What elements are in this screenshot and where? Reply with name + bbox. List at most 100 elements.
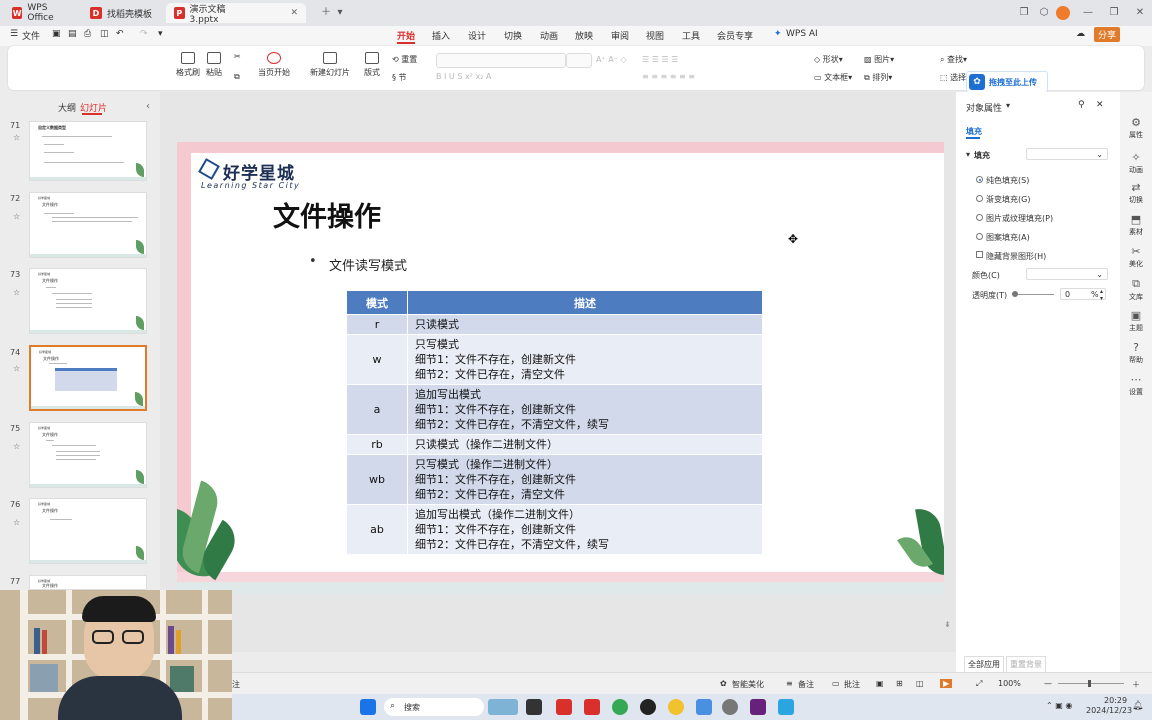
slide-thumb-77[interactable]: 好学星城 文件操作 xyxy=(29,575,147,590)
bullet-text[interactable]: 文件读写模式 xyxy=(329,255,407,274)
collapse-fill-icon[interactable]: ▾ xyxy=(966,150,970,159)
transparency-input[interactable]: 0 % ▴ ▾ xyxy=(1060,288,1106,302)
chrome-icon[interactable] xyxy=(612,699,628,715)
save-icon[interactable]: ▣ xyxy=(52,29,61,39)
section-button[interactable]: § 节 xyxy=(392,72,407,83)
notes-hint[interactable]: 注 xyxy=(232,679,240,690)
sidebar-beautify[interactable]: ✂ 美化 xyxy=(1120,245,1152,269)
zoom-slider-handle[interactable] xyxy=(1088,680,1091,687)
settings-icon[interactable] xyxy=(722,699,738,715)
menu-view[interactable]: 视图 xyxy=(646,29,664,42)
copy-icon[interactable]: ⧉ xyxy=(234,72,240,82)
apply-all-button[interactable]: 全部应用 xyxy=(964,656,1004,673)
app-icon[interactable] xyxy=(696,699,712,715)
notification-icon[interactable]: 🔔︎ xyxy=(1132,701,1143,711)
table-row[interactable]: wb 只写模式（操作二进制文件） 细节1：文件不存在，创建新文件 细节2：文件已存在，… xyxy=(347,454,763,505)
app-icon[interactable] xyxy=(778,699,794,715)
menu-wps-ai[interactable]: WPS AI xyxy=(786,29,818,39)
sidebar-settings[interactable]: ⋯ 设置 xyxy=(1120,373,1152,397)
windows-start-icon[interactable] xyxy=(360,699,376,715)
widgets-icon[interactable] xyxy=(488,699,518,715)
menu-transition[interactable]: 切换 xyxy=(504,29,522,42)
hamburger-icon[interactable]: ☰ xyxy=(10,29,18,39)
zoom-in-icon[interactable]: ＋ xyxy=(1132,679,1140,690)
slide-thumb-76[interactable]: 好学星城 文件操作 xyxy=(29,498,147,564)
font-grow-icon[interactable]: A⁺ A⁻ ◇ xyxy=(596,55,627,64)
tab-docer-templates[interactable]: D 找稻壳模板 xyxy=(82,3,166,23)
file-menu[interactable]: 文件 xyxy=(22,29,40,42)
visual-studio-icon[interactable] xyxy=(750,699,766,715)
table-row[interactable]: a 追加写出模式 细节1：文件不存在，创建新文件 细节2：文件已存在，不清空文件，续写 xyxy=(347,384,763,435)
close-tab-icon[interactable]: ✕ xyxy=(290,8,298,18)
sidebar-transition[interactable]: ⇄ 切换 xyxy=(1120,181,1152,205)
slide[interactable]: 好学星城 Learning Star City 文件操作 • 文件读写模式 模式… xyxy=(177,142,944,594)
canvas-scroll-arrows[interactable]: ⇟ xyxy=(944,620,951,629)
pin-icon[interactable]: ⚲ xyxy=(1078,100,1085,110)
find-button[interactable]: ⌕ 查找▾ xyxy=(940,54,967,65)
smart-beautify-button[interactable]: 智能美化 xyxy=(732,679,764,690)
transparency-slider-handle[interactable] xyxy=(1012,291,1018,297)
preview-icon[interactable]: ◫ xyxy=(100,29,109,39)
slide-thumb-71[interactable]: 自定义数据类型 xyxy=(29,121,147,181)
table-row[interactable]: rb 只读模式（操作二进制文件） xyxy=(347,434,763,455)
tab-wps-office[interactable]: W WPS Office xyxy=(4,3,78,23)
zoom-level[interactable]: 100% xyxy=(998,679,1021,688)
qq-icon[interactable] xyxy=(640,699,656,715)
menu-design[interactable]: 设计 xyxy=(468,29,486,42)
menu-home[interactable]: 开始 xyxy=(397,29,415,42)
cloud-icon[interactable]: ☁ xyxy=(1076,29,1085,39)
more-chevron-icon[interactable]: ▾ xyxy=(158,29,163,39)
menu-slideshow[interactable]: 放映 xyxy=(575,29,593,42)
reading-view-icon[interactable]: ◫ xyxy=(916,679,924,688)
close-panel-icon[interactable]: ✕ xyxy=(1096,100,1104,110)
table-row[interactable]: ab 追加写出模式（操作二进制文件） 细节1：文件不存在，创建新文件 细节2：文件已存… xyxy=(347,504,763,554)
slide-thumb-73[interactable]: 好学星城 文件操作 xyxy=(29,268,147,334)
restore-icon[interactable]: ❐ xyxy=(1106,5,1122,21)
play-from-current-button[interactable]: 当页开始 xyxy=(258,52,290,78)
panel-title[interactable]: 对象属性 xyxy=(966,101,1002,114)
textbox-button[interactable]: ▭ 文本框▾ xyxy=(814,72,852,83)
font-size-select[interactable] xyxy=(566,53,592,68)
picture-button[interactable]: ▨ 图片▾ xyxy=(864,54,894,65)
wps-icon[interactable] xyxy=(556,699,572,715)
pattern-fill-radio[interactable] xyxy=(976,233,983,240)
menu-member[interactable]: 会员专享 xyxy=(717,29,753,42)
cut-icon[interactable]: ✂ xyxy=(234,52,241,61)
avatar[interactable] xyxy=(1056,6,1070,20)
reset-background-button[interactable]: 重置背景 xyxy=(1006,656,1046,673)
collapse-panel-icon[interactable]: ‹ xyxy=(146,101,150,112)
normal-view-icon[interactable]: ▣ xyxy=(876,679,884,688)
comments-button[interactable]: 批注 xyxy=(844,679,860,690)
slide-thumb-72[interactable]: 好学星城 文件操作 xyxy=(29,192,147,258)
notes-button[interactable]: 备注 xyxy=(798,679,814,690)
clock-date[interactable]: 2024/12/23 xyxy=(1086,706,1132,715)
menu-review[interactable]: 审阅 xyxy=(611,29,629,42)
clock-time[interactable]: 20:29 xyxy=(1104,696,1127,705)
sidebar-theme[interactable]: ▣ 主题 xyxy=(1120,309,1152,333)
solid-fill-radio[interactable] xyxy=(976,176,983,183)
browser-icon[interactable] xyxy=(668,699,684,715)
color-select[interactable]: ⌄ xyxy=(1026,268,1108,280)
zoom-slider[interactable] xyxy=(1058,683,1124,684)
transparency-slider[interactable] xyxy=(1014,294,1054,295)
picture-fill-radio[interactable] xyxy=(976,214,983,221)
table-row[interactable]: r 只读模式 xyxy=(347,314,763,335)
upload-drop-zone[interactable]: ✿ 拖拽至此上传 xyxy=(966,71,1048,93)
tab-presentation[interactable]: P 演示文稿3.pptx ✕ xyxy=(166,3,306,25)
layout-button[interactable]: 版式 xyxy=(364,52,380,78)
sidebar-library[interactable]: ⧉ 文库 xyxy=(1120,277,1152,302)
menu-tools[interactable]: 工具 xyxy=(682,29,700,42)
list-icons[interactable]: ☰ ☰ ☰ ☰ xyxy=(642,55,678,64)
slide-thumb-75[interactable]: 好学星城 文件操作 xyxy=(29,422,147,488)
align-icons[interactable]: ≡ ≡ ≡ ≡ ≡ ≡ xyxy=(642,72,695,81)
reset-button[interactable]: ⟲ 重置 xyxy=(392,54,417,65)
sidebar-assets[interactable]: ⬒ 素材 xyxy=(1120,213,1152,237)
chevron-down-icon[interactable]: ▾ xyxy=(332,5,348,21)
sorter-view-icon[interactable]: ⊞ xyxy=(896,679,903,688)
font-style-icons[interactable]: B I U S x² x₂ A xyxy=(436,72,491,81)
sidebar-help[interactable]: ? 帮助 xyxy=(1120,341,1152,365)
undo-icon[interactable]: ↶ xyxy=(116,29,124,39)
hide-bg-checkbox[interactable] xyxy=(976,251,983,258)
gradient-fill-radio[interactable] xyxy=(976,195,983,202)
stepper-icon[interactable]: ▴ ▾ xyxy=(1100,288,1103,302)
